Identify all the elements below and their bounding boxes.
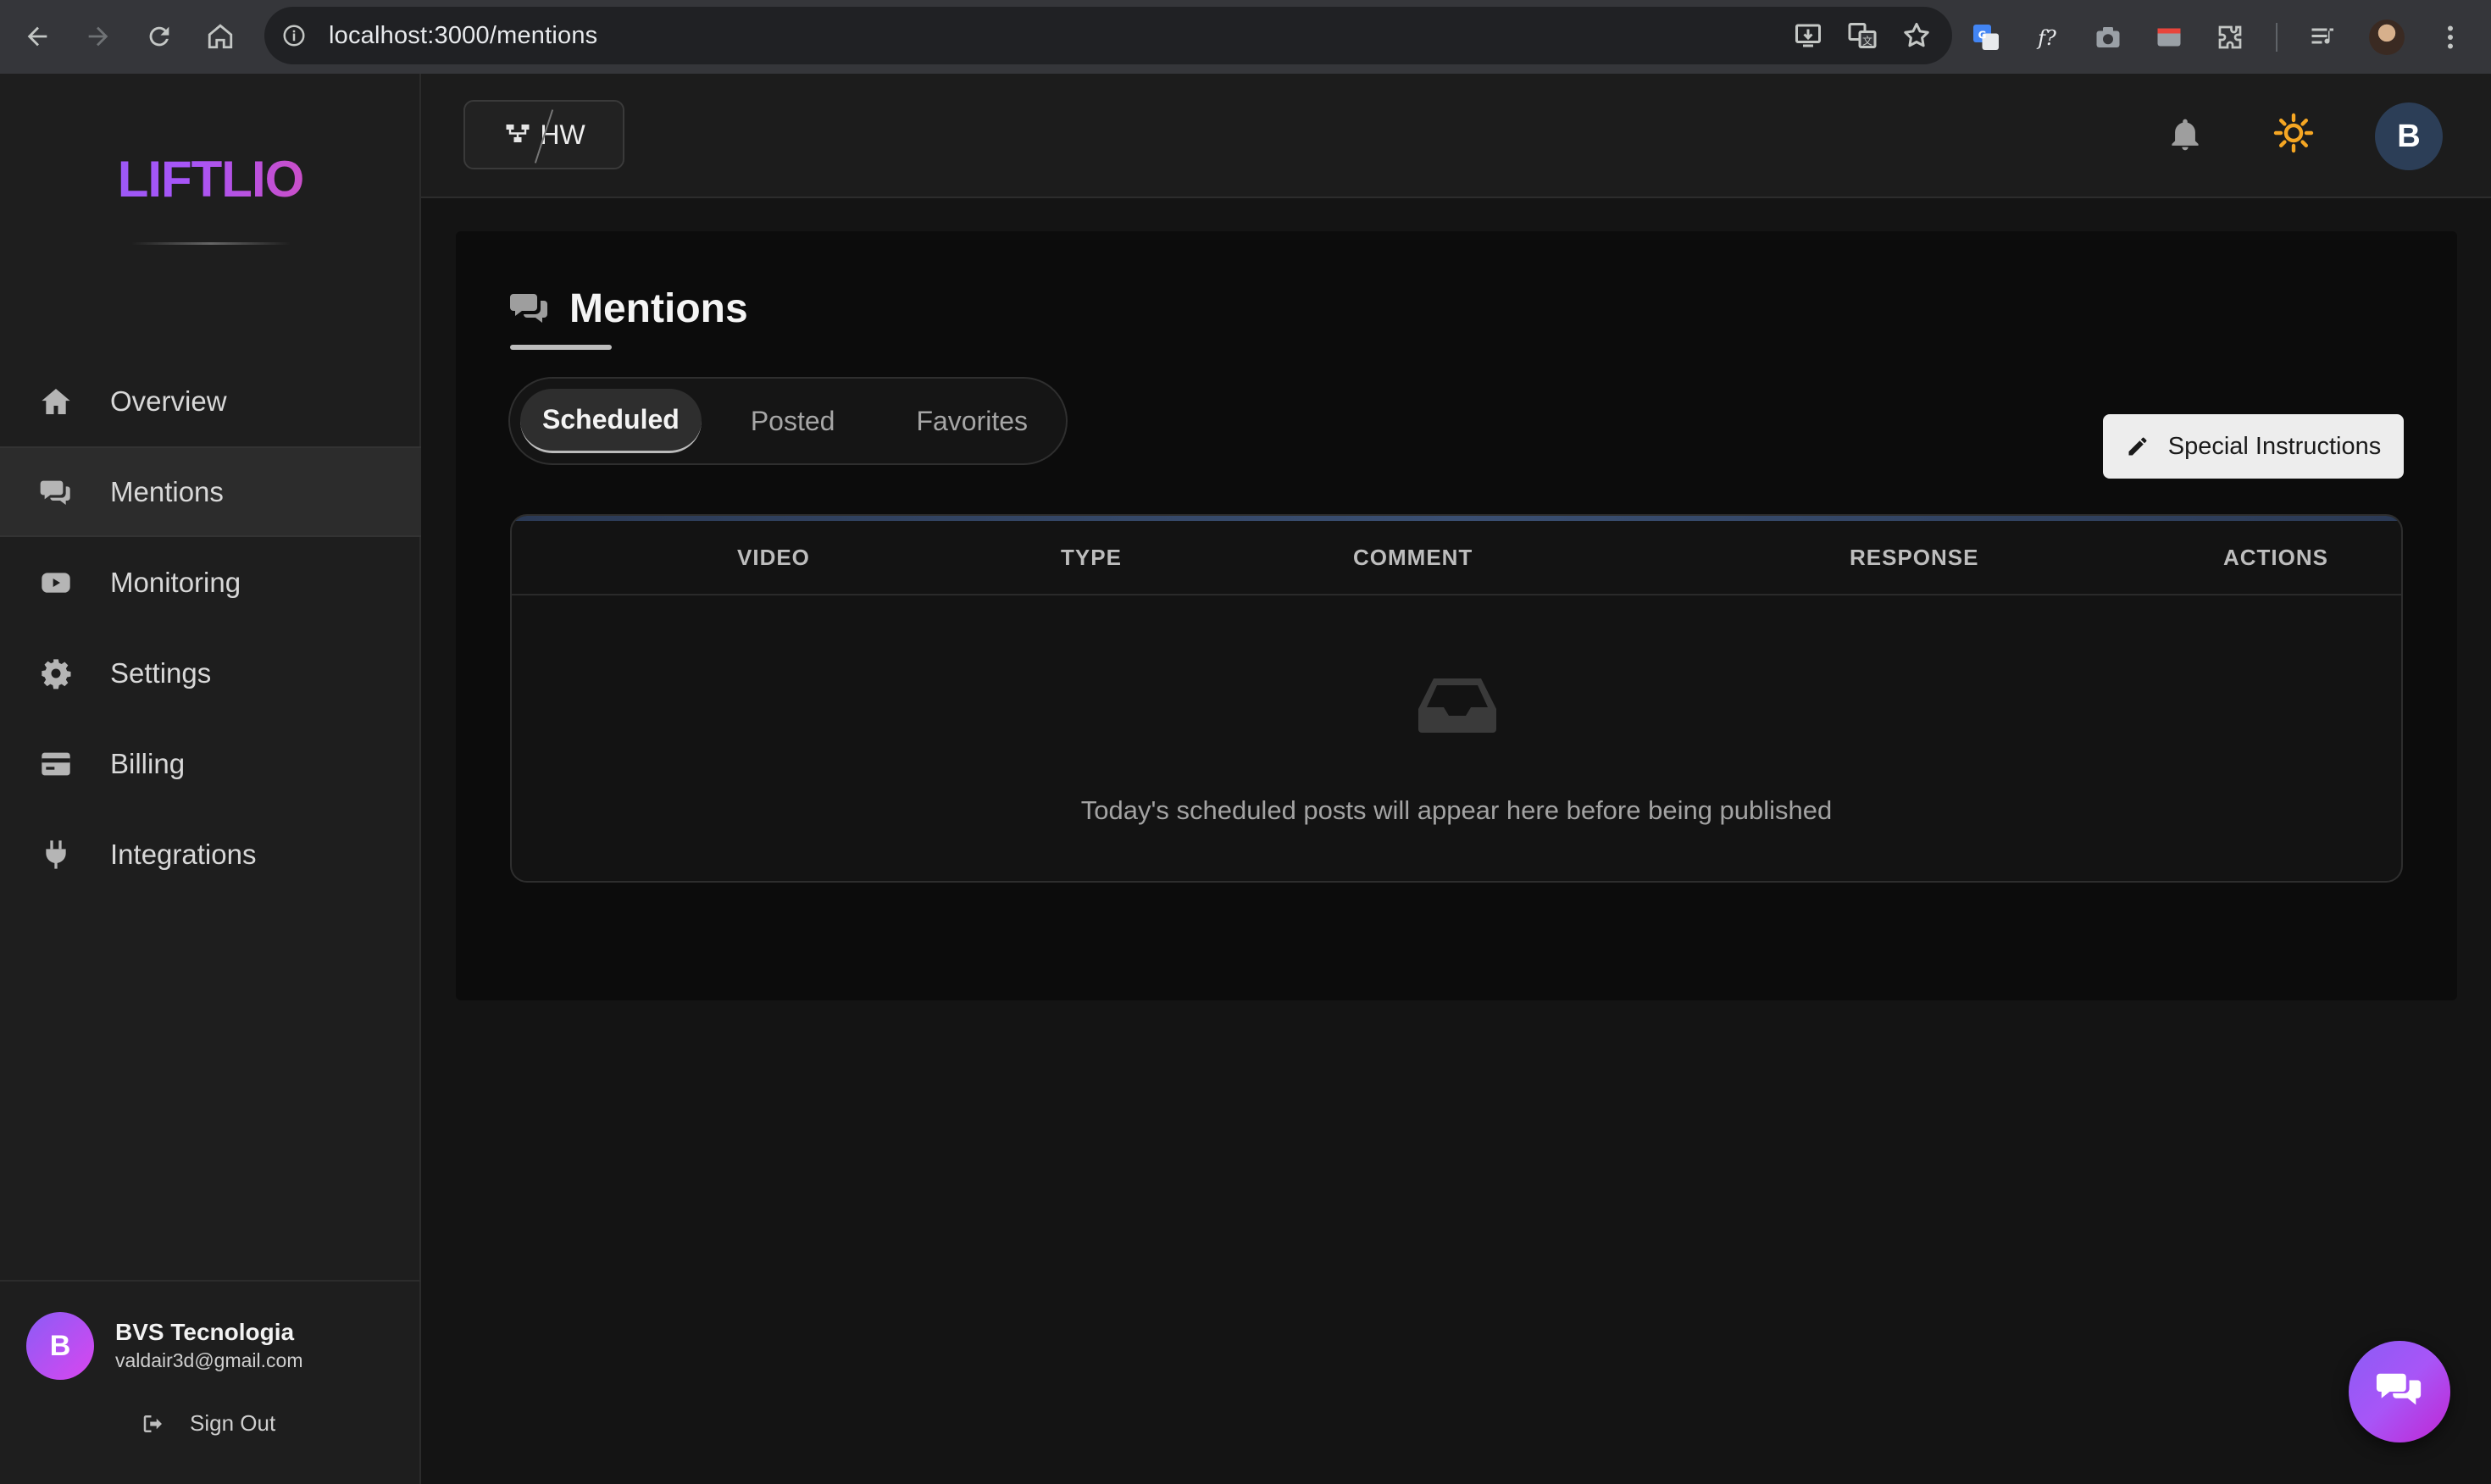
sidebar-item-label: Billing <box>110 747 186 779</box>
tab-scheduled[interactable]: Scheduled <box>520 389 702 453</box>
credit-card-icon <box>39 747 73 781</box>
mentions-panel: Mentions Scheduled Posted Favorites Spec… <box>456 231 2457 1000</box>
top-bar: HW B <box>421 74 2491 198</box>
page-header: Mentions <box>508 285 748 332</box>
svg-text:文: 文 <box>1862 35 1872 47</box>
sitemap-icon <box>506 125 530 142</box>
page-title: Mentions <box>569 286 748 331</box>
home-button[interactable] <box>190 6 251 67</box>
translate-icon[interactable]: 文 <box>1847 20 1878 51</box>
arrow-right-icon <box>88 26 108 47</box>
sidebar-item-monitoring[interactable]: Monitoring <box>0 537 421 628</box>
sign-out-icon <box>143 1415 162 1432</box>
user-email: valdair3d@gmail.com <box>115 1349 303 1371</box>
sidebar-item-overview[interactable]: Overview <box>0 356 421 446</box>
comments-icon <box>39 475 73 509</box>
sun-icon[interactable] <box>2273 113 2314 153</box>
sidebar-item-label: Mentions <box>110 475 224 507</box>
sidebar-item-label: Overview <box>110 385 227 417</box>
sidebar-item-label: Integrations <box>110 838 257 870</box>
toolbar-separator <box>2276 22 2277 52</box>
inbox-icon <box>1418 678 1496 733</box>
url-text[interactable]: localhost:3000/mentions <box>329 22 597 50</box>
puzzle-extensions-icon[interactable] <box>2215 22 2245 53</box>
avatar[interactable]: B <box>2375 102 2443 170</box>
table-header: VIDEO TYPE COMMENT RESPONSE ACTIONS <box>512 521 2401 595</box>
star-icon[interactable] <box>1901 20 1932 51</box>
column-header-actions[interactable]: ACTIONS <box>2223 545 2328 571</box>
arrow-left-icon <box>27 26 47 47</box>
pencil-icon <box>2128 437 2147 456</box>
home-icon <box>39 385 73 418</box>
reload-icon <box>149 26 169 47</box>
comments-icon <box>510 293 547 323</box>
browser-toolbar: localhost:3000/mentions 文 G f? <box>0 0 2491 74</box>
column-header-comment[interactable]: COMMENT <box>1353 545 1473 571</box>
sidebar-item-mentions[interactable]: Mentions <box>0 446 421 537</box>
back-button[interactable] <box>7 6 68 67</box>
sidebar-item-settings[interactable]: Settings <box>0 628 421 718</box>
special-instructions-button[interactable]: Special Instructions <box>2103 414 2404 479</box>
formula-extension-icon[interactable]: f? <box>2032 22 2062 53</box>
special-instructions-label: Special Instructions <box>2167 432 2382 460</box>
logo-divider <box>131 242 291 245</box>
user-profile-panel: B BVS Tecnologia valdair3d@gmail.com Sig… <box>0 1280 421 1484</box>
chat-button[interactable] <box>2349 1341 2450 1442</box>
bell-icon[interactable] <box>2166 114 2204 155</box>
column-header-video[interactable]: VIDEO <box>737 545 810 571</box>
forward-button[interactable] <box>68 6 129 67</box>
user-name: BVS Tecnologia <box>115 1319 295 1345</box>
svg-text:f?: f? <box>2036 26 2056 50</box>
empty-state-message: Today's scheduled posts will appear here… <box>1080 795 1833 825</box>
sidebar-item-integrations[interactable]: Integrations <box>0 809 421 900</box>
install-app-icon[interactable] <box>1793 20 1823 51</box>
extensions-bar: G f? <box>1971 0 2466 74</box>
column-header-response[interactable]: RESPONSE <box>1850 545 1979 571</box>
camera-extension-icon[interactable] <box>2093 22 2123 53</box>
comments-icon <box>2376 1373 2422 1405</box>
reload-button[interactable] <box>129 6 190 67</box>
sidebar-item-label: Settings <box>110 656 212 689</box>
sidebar-item-billing[interactable]: Billing <box>0 718 421 809</box>
tab-posted[interactable]: Posted <box>729 389 857 453</box>
address-bar[interactable]: localhost:3000/mentions 文 <box>264 7 1952 64</box>
title-underline <box>510 345 612 350</box>
sign-out-label: Sign Out <box>190 1410 276 1436</box>
tab-favorites[interactable]: Favorites <box>894 389 1050 453</box>
reading-list-icon[interactable] <box>2308 22 2338 53</box>
browser-profile-avatar[interactable] <box>2369 19 2405 55</box>
google-translate-extension-icon[interactable]: G <box>1971 22 2001 53</box>
sidebar: LIFTLIO Overview Mentions Monitoring Set… <box>0 74 421 1484</box>
sign-out-button[interactable]: Sign Out <box>141 1410 275 1437</box>
avatar[interactable]: B <box>26 1312 94 1380</box>
more-menu-icon[interactable] <box>2435 22 2466 53</box>
plug-icon <box>39 838 73 872</box>
info-icon[interactable] <box>281 23 307 48</box>
sidebar-item-label: Monitoring <box>110 566 241 598</box>
mentions-tabs: Scheduled Posted Favorites <box>508 377 1068 465</box>
column-header-type[interactable]: TYPE <box>1061 545 1122 571</box>
youtube-icon <box>39 566 73 600</box>
sidebar-menu: Overview Mentions Monitoring Settings Bi… <box>0 356 421 900</box>
home-icon <box>208 24 233 49</box>
svg-text:G: G <box>1978 29 1987 41</box>
app-logo[interactable]: LIFTLIO <box>0 150 421 208</box>
project-selector[interactable]: HW <box>463 100 624 169</box>
screen-capture-extension-icon[interactable] <box>2154 22 2184 53</box>
gear-icon <box>39 656 73 690</box>
mentions-table: VIDEO TYPE COMMENT RESPONSE ACTIONS Toda… <box>510 514 2403 883</box>
